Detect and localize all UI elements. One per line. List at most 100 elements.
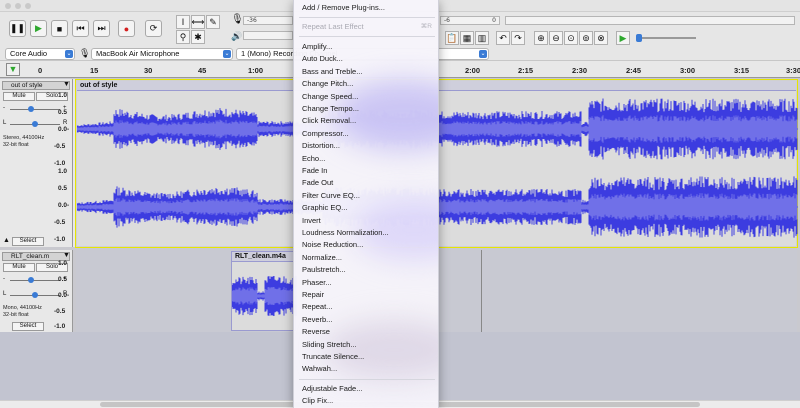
menu-item-wahwah[interactable]: Wahwah... — [302, 363, 337, 375]
tick-label: 45 — [198, 66, 207, 75]
menu-item-repair[interactable]: Repair — [302, 289, 324, 301]
zoom-toggle-button[interactable]: ⊗ — [594, 31, 608, 45]
pause-button[interactable]: ❚❚ — [9, 20, 26, 37]
tick-label: 3:00 — [680, 66, 696, 75]
gain-slider[interactable] — [10, 277, 60, 283]
pan-slider-thumb[interactable] — [32, 121, 38, 127]
menu-item-paulstretch[interactable]: Paulstretch... — [302, 264, 346, 276]
record-meter[interactable]: -36 — [243, 16, 293, 25]
play-speed-thumb[interactable] — [636, 34, 642, 42]
pan-slider-thumb[interactable] — [32, 292, 38, 298]
menu-item-reverb[interactable]: Reverb... — [302, 314, 332, 326]
gain-slider-thumb[interactable] — [28, 106, 34, 112]
play-button[interactable]: ▶ — [30, 20, 47, 37]
stop-button[interactable]: ■ — [51, 20, 68, 37]
audio-host-select[interactable]: Core Audio ⌄ — [5, 47, 75, 60]
mute-button[interactable]: Mute — [3, 92, 35, 101]
menu-item-bass-and-treble[interactable]: Bass and Treble... — [302, 66, 362, 78]
menu-item-noise-reduction[interactable]: Noise Reduction... — [302, 239, 363, 251]
menu-item-change-pitch[interactable]: Change Pitch... — [302, 78, 353, 90]
timeline-options-button[interactable]: ▼ — [6, 63, 20, 76]
menu-item-truncate-silence[interactable]: Truncate Silence... — [302, 351, 364, 363]
menu-item-loudness-normalization[interactable]: Loudness Normalization... — [302, 227, 389, 239]
waveform-track2 — [232, 275, 297, 317]
recording-device-select[interactable]: MacBook Air Microphone ⌄ — [91, 47, 233, 60]
trim-button[interactable]: ▦ — [460, 31, 474, 45]
collapse-track-icon[interactable]: ▲ — [3, 237, 10, 244]
skip-to-end-button[interactable]: ⏭ — [93, 20, 110, 37]
menu-item-normalize[interactable]: Normalize... — [302, 252, 342, 264]
menu-item-change-tempo[interactable]: Change Tempo... — [302, 103, 359, 115]
play-at-speed-icon: ▶ — [619, 32, 627, 43]
vertical-ruler[interactable]: 1.0 0.5 0.0- -0.5 -1.0 — [54, 260, 74, 332]
triangle-down-icon: ▼ — [8, 64, 18, 74]
select-track-button[interactable]: Select — [12, 322, 44, 331]
pencil-icon: ✎ — [209, 16, 217, 27]
magnifier-icon: ⚲ — [179, 31, 187, 42]
track-name-menu[interactable]: out of style — [2, 81, 70, 90]
menu-item-distortion[interactable]: Distortion... — [302, 140, 340, 152]
silence-button[interactable]: ▥ — [475, 31, 489, 45]
menu-item-adjustable-fade[interactable]: Adjustable Fade... — [302, 383, 362, 395]
menu-item-fade-out[interactable]: Fade Out — [302, 177, 333, 189]
gain-slider[interactable] — [10, 106, 60, 112]
menu-item-phaser[interactable]: Phaser... — [302, 277, 332, 289]
skip-to-start-button[interactable]: ⏮ — [72, 20, 89, 37]
menu-item-fade-in[interactable]: Fade In — [302, 165, 327, 177]
menu-item-amplify[interactable]: Amplify... — [302, 41, 332, 53]
fit-selection-button[interactable]: ⊙ — [564, 31, 578, 45]
fit-selection-icon: ⊙ — [567, 32, 575, 43]
chevron-down-icon[interactable]: ▼ — [63, 81, 70, 88]
menu-item-click-removal[interactable]: Click Removal... — [302, 115, 356, 127]
close-window-icon[interactable] — [5, 3, 11, 9]
play-speed-slider[interactable] — [636, 34, 696, 42]
draw-tool[interactable]: ✎ — [206, 15, 220, 29]
tick-label: 0 — [38, 66, 43, 75]
menu-item-clip-fix[interactable]: Clip Fix... — [302, 395, 333, 407]
tick-label: 3:15 — [734, 66, 750, 75]
minimize-window-icon[interactable] — [15, 3, 21, 9]
play-at-speed-button[interactable]: ▶ — [616, 31, 630, 45]
undo-button[interactable]: ↶ — [496, 31, 510, 45]
menu-item-graphic-eq[interactable]: Graphic EQ... — [302, 202, 347, 214]
menu-item-sliding-stretch[interactable]: Sliding Stretch... — [302, 339, 357, 351]
menu-item-auto-duck[interactable]: Auto Duck... — [302, 53, 343, 65]
zoom-in-button[interactable]: ⊕ — [534, 31, 548, 45]
menu-item-reverse[interactable]: Reverse — [302, 326, 330, 338]
menu-item-invert[interactable]: Invert — [302, 215, 321, 227]
pan-slider[interactable] — [10, 121, 60, 127]
audio-clip[interactable]: RLT_clean.m4a — [231, 251, 297, 331]
mute-button[interactable]: Mute — [3, 263, 35, 272]
clipboard-button[interactable]: 📋 — [445, 31, 459, 45]
menu-item-echo[interactable]: Echo... — [302, 153, 325, 165]
pan-slider[interactable] — [10, 292, 60, 298]
menu-item-change-speed[interactable]: Change Speed... — [302, 91, 358, 103]
selection-tool[interactable]: I — [176, 15, 190, 29]
playback-meter[interactable] — [243, 31, 293, 40]
loop-button[interactable]: ⟳ — [145, 20, 162, 37]
envelope-tool[interactable]: ⟷ — [191, 15, 205, 29]
redo-button[interactable]: ↷ — [511, 31, 525, 45]
asterisk-icon: ✱ — [194, 31, 202, 42]
record-meter-right[interactable]: -6 0 — [440, 16, 500, 25]
multi-tool[interactable]: ✱ — [191, 30, 205, 44]
clip-title-bar[interactable]: RLT_clean.m4a — [232, 252, 295, 262]
chevron-down-icon[interactable]: ▼ — [63, 252, 70, 259]
zoom-out-button[interactable]: ⊖ — [549, 31, 563, 45]
tick-label: 15 — [90, 66, 99, 75]
pause-icon: ❚❚ — [9, 23, 26, 33]
fit-project-button[interactable]: ⊚ — [579, 31, 593, 45]
silence-icon: ▥ — [477, 32, 487, 43]
select-track-button[interactable]: Select — [12, 237, 44, 246]
zoom-tool[interactable]: ⚲ — [176, 30, 190, 44]
menu-item-add-remove-plugins[interactable]: Add / Remove Plug-ins... — [302, 2, 385, 14]
stop-icon: ■ — [56, 23, 63, 34]
record-button[interactable]: ● — [118, 20, 135, 37]
menu-item-compressor[interactable]: Compressor... — [302, 128, 349, 140]
menu-item-repeat[interactable]: Repeat... — [302, 301, 332, 313]
menu-item-filter-curve-eq[interactable]: Filter Curve EQ... — [302, 190, 360, 202]
playback-meter-right[interactable] — [505, 16, 795, 25]
zoom-window-icon[interactable] — [25, 3, 31, 9]
gain-slider-thumb[interactable] — [28, 277, 34, 283]
vertical-ruler[interactable]: 1.0 0.5 0.0- -0.5 -1.0 1.0 0.5 0.0- -0.5… — [54, 92, 74, 252]
